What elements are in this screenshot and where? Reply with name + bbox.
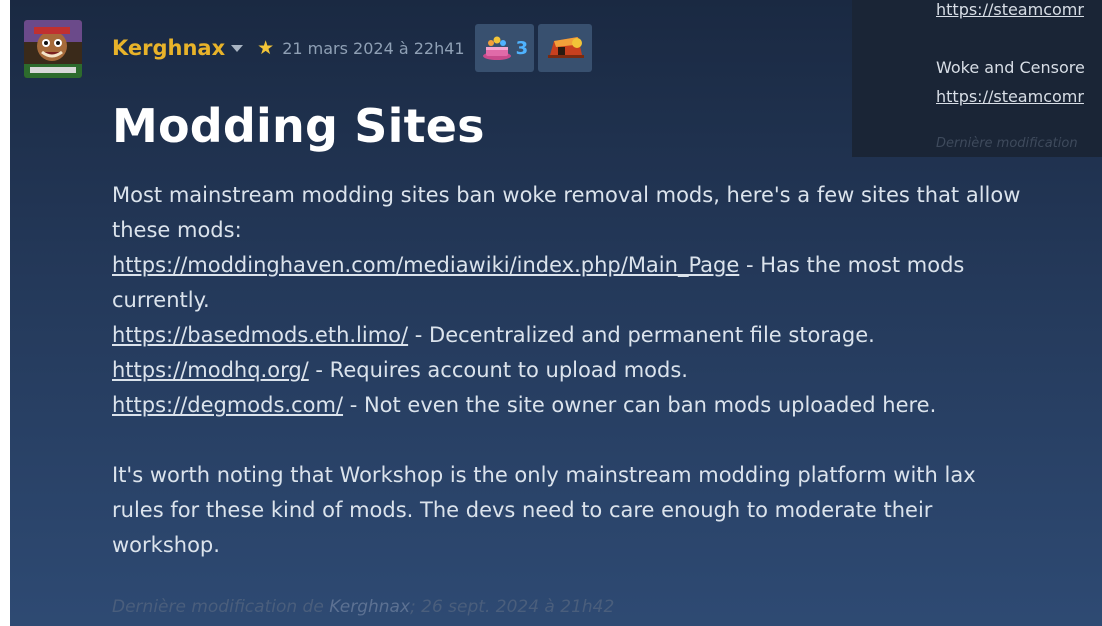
side-link-1[interactable]: https://steamcomr <box>936 0 1084 19</box>
body-text-line: these mods: <box>112 218 242 242</box>
cake-award-icon <box>482 36 511 60</box>
avatar-image <box>24 20 82 78</box>
site-description: - Decentralized and permanent file stora… <box>408 323 875 347</box>
post-date: 21 mars 2024 à 22h41 <box>282 38 465 58</box>
site-link-degmods[interactable]: https://degmods.com/ <box>112 393 343 417</box>
site-link-basedmods[interactable]: https://basedmods.eth.limo/ <box>112 323 408 347</box>
site-link-moddinghaven[interactable]: https://moddinghaven.com/mediawiki/index… <box>112 253 739 277</box>
last-edited-note: Dernière modification de Kerghnax; 26 se… <box>112 597 614 617</box>
last-edited-author[interactable]: Kerghnax <box>329 597 410 617</box>
post-body: Most mainstream modding sites ban woke r… <box>112 178 1102 563</box>
side-post-preview: https://steamcomr Woke and Censore https… <box>852 0 1102 157</box>
side-link-2[interactable]: https://steamcomr <box>936 87 1084 106</box>
site-entry: https://modhq.org/ - Requires account to… <box>112 353 1102 388</box>
last-edited-prefix: Dernière modification de <box>112 597 330 617</box>
avatar[interactable] <box>24 20 82 78</box>
site-entry: https://degmods.com/ - Not even the site… <box>112 388 1102 423</box>
body-text-line: workshop. <box>112 533 220 557</box>
side-text-woke: Woke and Censore <box>936 58 1085 77</box>
site-entry: https://moddinghaven.com/mediawiki/index… <box>112 248 1102 283</box>
award-count: 3 <box>515 37 529 59</box>
body-text-line: Most mainstream modding sites ban woke r… <box>112 183 1021 207</box>
site-description: - Not even the site owner can ban mods u… <box>343 393 937 417</box>
star-icon: ★ <box>257 37 275 59</box>
site-description-continued: currently. <box>112 288 210 312</box>
body-text-line: rules for these kind of mods. The devs n… <box>112 498 933 522</box>
award-badge-cake[interactable]: 3 <box>474 24 535 72</box>
body-text-line: It's worth noting that Workshop is the o… <box>112 463 976 487</box>
post-title: Modding Sites <box>112 99 485 153</box>
site-entry: https://basedmods.eth.limo/ - Decentrali… <box>112 318 1102 353</box>
horn-award-icon <box>548 37 585 58</box>
last-edited-date: ; 26 sept. 2024 à 21h42 <box>410 597 615 617</box>
site-description: - Has the most mods <box>739 253 965 277</box>
post-header: Kerghnax ★ 21 mars 2024 à 22h41 3 <box>112 24 593 72</box>
side-last-edited: Dernière modification <box>936 136 1078 151</box>
award-badge-horn[interactable] <box>538 24 593 72</box>
author-name[interactable]: Kerghnax <box>112 36 225 60</box>
chevron-down-icon[interactable] <box>231 44 244 52</box>
site-description: - Requires account to upload mods. <box>308 358 688 382</box>
site-link-modhq[interactable]: https://modhq.org/ <box>112 358 309 382</box>
